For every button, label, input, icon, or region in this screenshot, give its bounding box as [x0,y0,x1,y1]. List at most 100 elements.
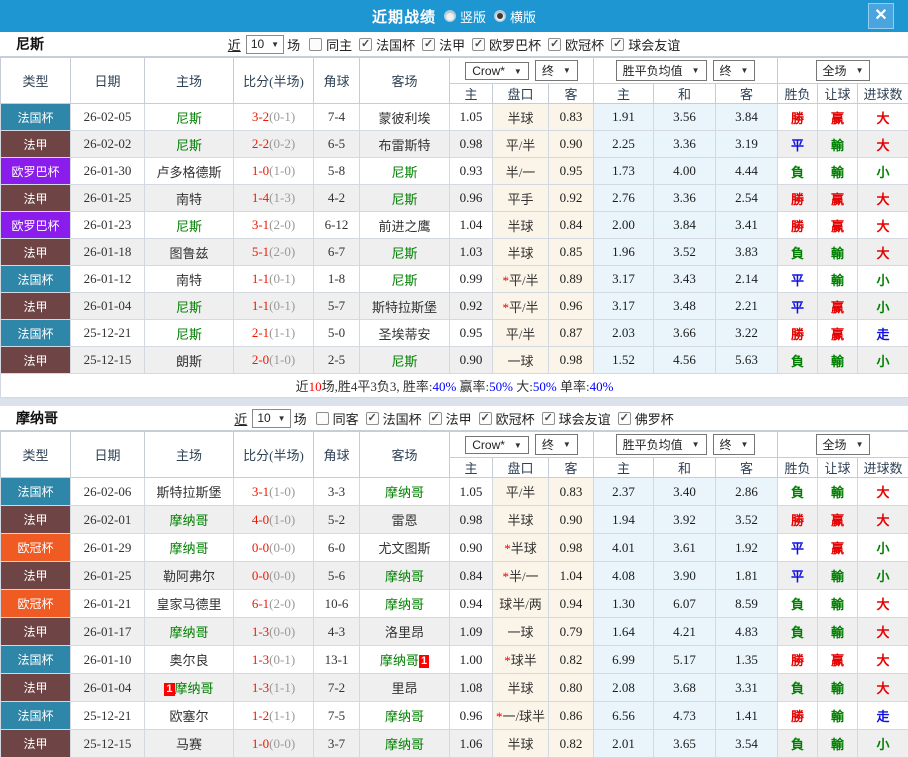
avg-home-cell: 2.00 [594,212,654,239]
bookmaker-dropdown[interactable]: Crow*▼ [465,436,529,454]
same-venue-checkbox[interactable] [316,412,329,425]
home-team-cell: 1摩纳哥 [145,674,234,702]
handicap-cell: 半/一 [493,158,549,185]
type-badge: 法国杯 [1,320,71,347]
layout-option-vertical[interactable]: 竖版 [444,7,486,26]
cup-label: 欧罗巴杯 [489,35,541,54]
avg-draw-cell: 3.65 [654,730,716,758]
avg-odds-dropdown[interactable]: 胜平负均值▼ [616,434,707,455]
avg-draw-cell: 3.66 [654,320,716,347]
score-cell: 0-0(0-0) [234,562,314,590]
avg-odds-dropdown-label: 胜平负均值 [623,436,683,453]
handicap-odds-away-cell: 0.98 [549,534,594,562]
avg-away-cell: 1.81 [716,562,778,590]
goals-cell: 小 [858,534,908,562]
result-cell: 負 [778,478,818,506]
type-badge: 欧罗巴杯 [1,212,71,239]
cup-checkbox[interactable]: ✓ [618,412,631,425]
corner-cell: 10-6 [314,590,360,618]
halftime-score: (1-0) [269,484,295,499]
handicap-odds-away-cell: 0.90 [549,131,594,158]
handicap-result-cell: 赢 [818,506,858,534]
goals-cell: 大 [858,185,908,212]
cup-checkbox[interactable]: ✓ [611,38,624,51]
cup-checkbox[interactable]: ✓ [422,38,435,51]
subcol-header: 进球数 [858,458,908,478]
handicap-odds-home-cell: 0.92 [450,293,493,320]
handicap-text: 平/半 [509,300,539,315]
cup-checkbox[interactable]: ✓ [359,38,372,51]
handicap-odds-home-cell: 0.95 [450,320,493,347]
final-dropdown[interactable]: 终▼ [713,434,756,455]
handicap-group-header: Crow*▼ 终▼ [450,432,594,458]
home-team-cell: 斯特拉斯堡 [145,478,234,506]
team-name-text: 勒阿弗尔 [163,569,215,584]
handicap-odds-home-cell: 1.05 [450,478,493,506]
type-badge: 法甲 [1,730,71,758]
score-cell: 1-1(0-1) [234,266,314,293]
bookmaker-dropdown-label: Crow* [472,64,505,78]
vertical-radio[interactable] [444,10,456,22]
avg-draw-cell: 3.90 [654,562,716,590]
same-venue-checkbox[interactable] [309,38,322,51]
team-name-text: 里昂 [391,681,417,696]
away-team-cell: 摩纳哥 [360,730,450,758]
avg-home-cell: 6.99 [594,646,654,674]
avg-draw-cell: 3.84 [654,212,716,239]
games-count-select[interactable]: 10▼ [246,35,284,54]
games-count-value: 10 [251,37,264,51]
team-name-text: 马赛 [176,737,202,752]
avg-draw-cell: 4.56 [654,347,716,374]
handicap-odds-home-cell: 1.05 [450,104,493,131]
handicap-cell: *平/半 [493,293,549,320]
date-cell: 26-01-18 [71,239,145,266]
halftime-score: (1-0) [269,163,295,178]
bookmaker-dropdown[interactable]: Crow*▼ [465,62,529,80]
avg-away-cell: 1.35 [716,646,778,674]
horizontal-radio[interactable] [494,10,506,22]
handicap-odds-home-cell: 0.98 [450,506,493,534]
avg-draw-cell: 4.00 [654,158,716,185]
goals-cell: 大 [858,239,908,266]
halftime-score: (0-0) [269,540,295,555]
avg-draw-cell: 3.36 [654,185,716,212]
corner-cell: 7-2 [314,674,360,702]
result-cell: 負 [778,590,818,618]
cup-checkbox[interactable]: ✓ [479,412,492,425]
close-icon[interactable]: ✕ [868,3,894,29]
result-cell: 勝 [778,702,818,730]
score-cell: 2-2(0-2) [234,131,314,158]
team-name-text: 前进之鹰 [378,219,430,234]
handicap-odds-away-cell: 0.90 [549,506,594,534]
goals-cell: 大 [858,212,908,239]
team-name-text: 尼斯 [391,354,417,369]
score-cell: 4-0(1-0) [234,506,314,534]
cup-checkbox[interactable]: ✓ [472,38,485,51]
final-dropdown[interactable]: 终▼ [535,60,578,81]
away-team-cell: 尼斯 [360,347,450,374]
handicap-text: 半球 [511,541,537,556]
fullmatch-dropdown[interactable]: 全场▼ [816,60,871,81]
cup-checkbox[interactable]: ✓ [366,412,379,425]
avg-home-cell: 1.30 [594,590,654,618]
handicap-odds-home-cell: 1.04 [450,212,493,239]
layout-option-horizontal[interactable]: 横版 [494,7,536,26]
halftime-score: (0-0) [269,568,295,583]
col-header: 角球 [314,58,360,104]
fullmatch-dropdown[interactable]: 全场▼ [816,434,871,455]
cup-checkbox[interactable]: ✓ [429,412,442,425]
date-cell: 26-02-01 [71,506,145,534]
halftime-score: (1-3) [269,190,295,205]
subcol-header: 胜负 [778,458,818,478]
away-team-cell: 雷恩 [360,506,450,534]
handicap-result-cell: 輸 [818,674,858,702]
near-label: 近 [234,409,247,428]
final-dropdown[interactable]: 终▼ [713,60,756,81]
cup-checkbox[interactable]: ✓ [548,38,561,51]
cup-checkbox[interactable]: ✓ [542,412,555,425]
games-count-select[interactable]: 10▼ [252,409,290,428]
date-cell: 26-02-05 [71,104,145,131]
avg-odds-dropdown[interactable]: 胜平负均值▼ [616,60,707,81]
avg-home-cell: 4.08 [594,562,654,590]
final-dropdown[interactable]: 终▼ [535,434,578,455]
